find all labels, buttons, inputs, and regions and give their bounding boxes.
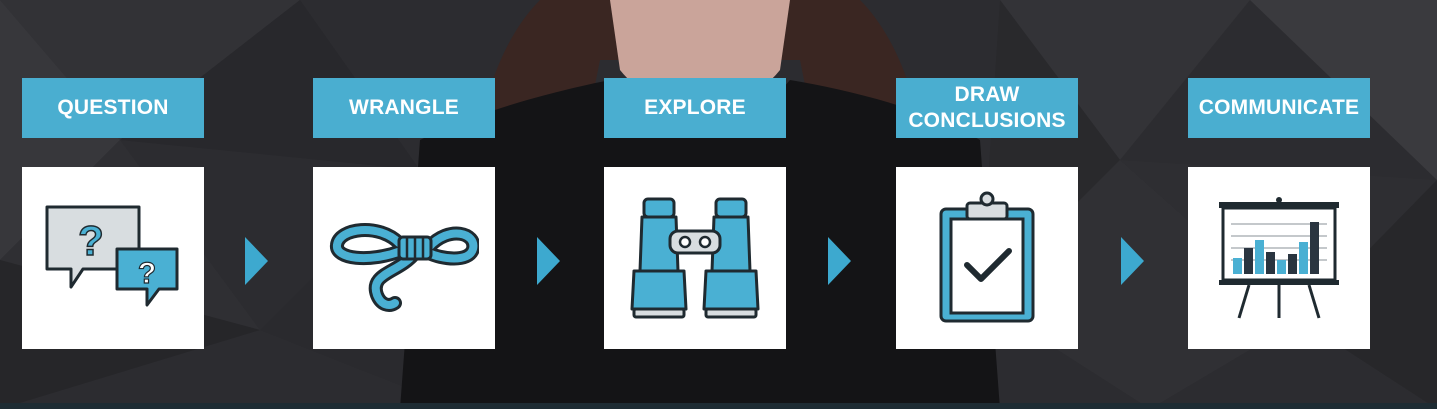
arrow-icon [828, 237, 851, 285]
step-label: DRAW CONCLUSIONS [896, 78, 1078, 138]
arrow-icon [1121, 237, 1144, 285]
step-draw-conclusions: DRAW CONCLUSIONS [896, 78, 1078, 349]
step-communicate: COMMUNICATE [1188, 78, 1370, 349]
step-question: QUESTION ? ? [22, 78, 204, 349]
step-label: EXPLORE [604, 78, 786, 138]
speech-bubbles-question-icon: ? ? [45, 205, 179, 307]
rope-icon [330, 223, 479, 312]
step-card [313, 167, 495, 349]
presentation-chart-icon [1219, 197, 1339, 319]
step-card: ? ? [22, 167, 204, 349]
step-label: WRANGLE [313, 78, 495, 138]
step-explore: EXPLORE [604, 78, 786, 349]
step-label: QUESTION [22, 78, 204, 138]
step-card [604, 167, 786, 349]
arrow-icon [245, 237, 268, 285]
clipboard-check-icon [939, 191, 1035, 323]
bottom-bar [0, 403, 1437, 409]
step-card [1188, 167, 1370, 349]
step-wrangle: WRANGLE [313, 78, 495, 349]
step-label: COMMUNICATE [1188, 78, 1370, 138]
svg-text:?: ? [78, 217, 104, 264]
svg-text:?: ? [138, 257, 156, 290]
binoculars-icon [630, 197, 760, 319]
arrow-icon [537, 237, 560, 285]
step-card [896, 167, 1078, 349]
